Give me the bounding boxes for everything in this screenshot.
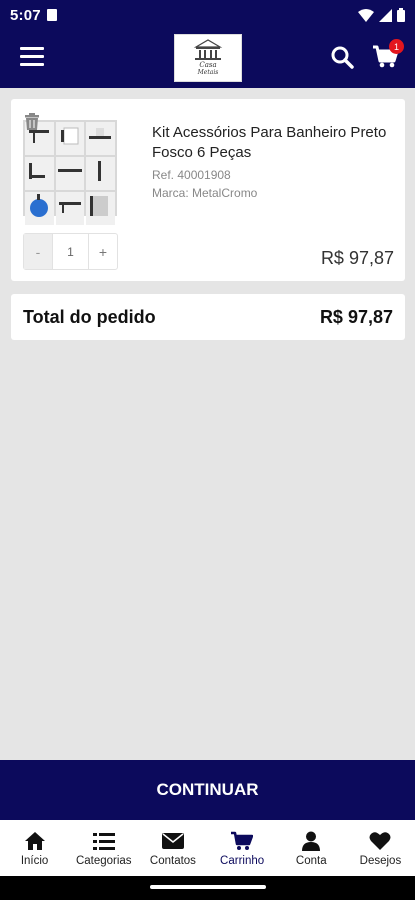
nav-label-conta: Conta xyxy=(295,854,327,867)
signal-icon xyxy=(379,8,392,22)
envelope-icon xyxy=(161,830,185,852)
store-logo[interactable]: Casa Metais xyxy=(174,34,242,82)
status-time: 5:07 xyxy=(10,6,41,24)
quantity-stepper: - 1 + xyxy=(23,233,118,270)
order-total-card: Total do pedido R$ 97,87 xyxy=(11,294,405,340)
product-ref: Ref. 40001908 xyxy=(152,168,231,182)
nav-item-inicio[interactable]: Início xyxy=(0,820,69,876)
bottom-nav: Início Categorias Contatos Carrinho Cont… xyxy=(0,820,415,876)
continue-button[interactable]: CONTINUAR xyxy=(0,760,415,820)
wifi-icon xyxy=(358,8,374,22)
total-label: Total do pedido xyxy=(23,306,156,327)
status-icons xyxy=(358,8,405,22)
sim-icon xyxy=(46,9,57,21)
menu-icon xyxy=(20,47,44,50)
list-icon xyxy=(92,830,116,852)
home-gesture-handle[interactable] xyxy=(150,885,266,889)
nav-item-desejos[interactable]: Desejos xyxy=(346,820,415,876)
logo-text-top: Casa xyxy=(199,61,217,69)
increase-quantity-button[interactable]: + xyxy=(89,234,117,269)
nav-label-desejos: Desejos xyxy=(359,854,402,867)
search-icon xyxy=(331,46,354,69)
quantity-value[interactable]: 1 xyxy=(52,234,89,269)
nav-item-contatos[interactable]: Contatos xyxy=(138,820,207,876)
product-name[interactable]: Kit Acessórios Para Banheiro Preto Fosco… xyxy=(152,123,397,163)
system-gesture-bar xyxy=(0,876,415,900)
cart-count-badge: 1 xyxy=(389,39,404,54)
user-icon xyxy=(299,830,323,852)
status-bar: 5:07 xyxy=(0,0,415,30)
app-header: Casa Metais 1 xyxy=(0,30,415,88)
building-icon xyxy=(193,39,223,60)
battery-icon xyxy=(397,8,405,22)
cart-item-card: Kit Acessórios Para Banheiro Preto Fosco… xyxy=(11,99,405,281)
decrease-quantity-button[interactable]: - xyxy=(24,234,52,269)
home-icon xyxy=(23,830,47,852)
remove-item-button[interactable] xyxy=(23,113,41,131)
nav-label-carrinho: Carrinho xyxy=(220,854,265,867)
logo-text-bottom: Metais xyxy=(197,69,219,76)
item-price: R$ 97,87 xyxy=(320,248,394,268)
product-image[interactable] xyxy=(23,120,117,225)
cart-icon xyxy=(230,830,254,852)
nav-item-conta[interactable]: Conta xyxy=(277,820,346,876)
menu-button[interactable] xyxy=(20,47,44,67)
product-brand: Marca: MetalCromo xyxy=(152,186,258,200)
heart-icon xyxy=(368,830,392,852)
nav-label-categorias: Categorias xyxy=(75,854,132,867)
nav-label-inicio: Início xyxy=(20,854,49,867)
total-value: R$ 97,87 xyxy=(319,306,393,327)
nav-label-contatos: Contatos xyxy=(149,854,196,867)
search-button[interactable] xyxy=(330,45,354,69)
nav-item-categorias[interactable]: Categorias xyxy=(69,820,138,876)
nav-item-carrinho[interactable]: Carrinho xyxy=(208,820,277,876)
trash-icon xyxy=(25,113,39,130)
